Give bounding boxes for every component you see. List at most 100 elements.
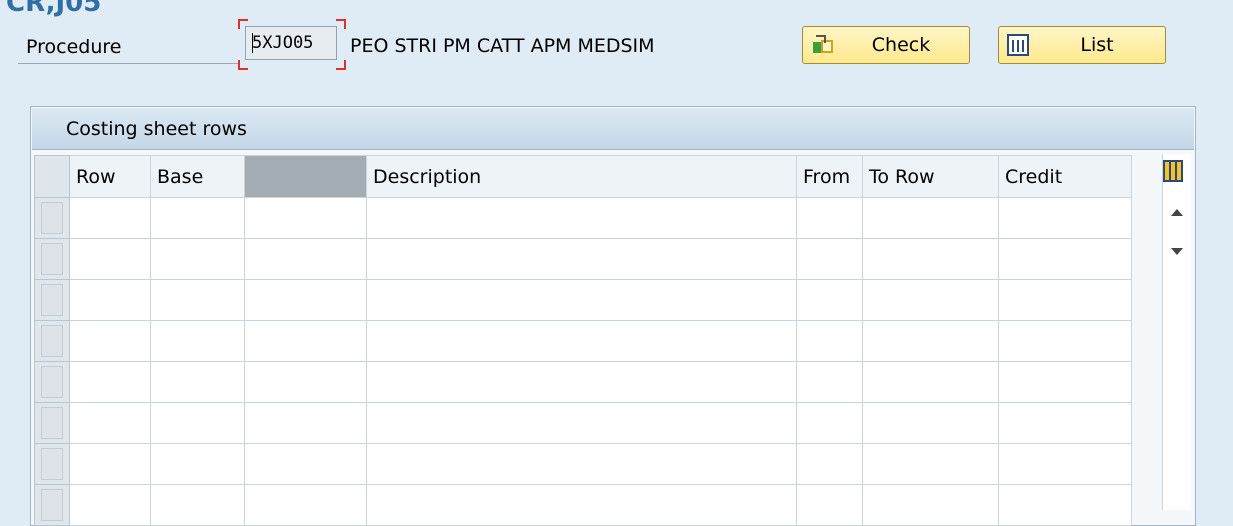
table-cell[interactable] <box>244 361 367 403</box>
table-cell[interactable] <box>796 238 863 280</box>
column-header-to-row[interactable]: To Row <box>862 155 999 198</box>
table-cell[interactable] <box>366 443 797 485</box>
check-button-label: Check <box>871 34 931 56</box>
table-cell[interactable] <box>366 238 797 280</box>
table-cell[interactable] <box>150 402 245 444</box>
costing-sheet-panel: Costing sheet rows Row Base Description … <box>30 106 1196 526</box>
arrow-up-icon[interactable] <box>1171 209 1183 216</box>
column-header-selected[interactable] <box>244 155 367 198</box>
table-cell[interactable] <box>244 238 367 280</box>
column-header-description[interactable]: Description <box>366 155 797 198</box>
table-cell[interactable] <box>69 279 151 321</box>
focus-corner <box>336 19 346 29</box>
focus-corner <box>238 19 248 29</box>
table-cell[interactable] <box>150 238 245 280</box>
list-button-label: List <box>1080 34 1114 56</box>
table-cell[interactable] <box>366 402 797 444</box>
row-selector[interactable] <box>34 402 70 444</box>
table-cell[interactable] <box>150 320 245 362</box>
column-header-from[interactable]: From <box>796 155 863 198</box>
table-cell[interactable] <box>366 197 797 239</box>
table-cell[interactable] <box>998 238 1132 280</box>
table-cell[interactable] <box>862 361 999 403</box>
table-cell[interactable] <box>366 279 797 321</box>
arrow-down-icon[interactable] <box>1171 248 1183 255</box>
table-cell[interactable] <box>796 197 863 239</box>
table-cell[interactable] <box>796 361 863 403</box>
table-cell[interactable] <box>796 484 863 526</box>
table-cell[interactable] <box>366 320 797 362</box>
table-cell[interactable] <box>862 320 999 362</box>
table-row[interactable] <box>34 361 1132 403</box>
table-cell[interactable] <box>69 402 151 444</box>
panel-title: Costing sheet rows <box>32 108 1194 150</box>
table-row[interactable] <box>34 279 1132 321</box>
procedure-input[interactable]: 5XJO05 <box>245 26 337 60</box>
column-header-credit[interactable]: Credit <box>998 155 1132 198</box>
table-cell[interactable] <box>862 443 999 485</box>
table-cell[interactable] <box>150 279 245 321</box>
table-cell[interactable] <box>998 361 1132 403</box>
list-button[interactable]: List <box>998 26 1166 64</box>
procedure-description: PEO STRI PM CATT APM MEDSIM <box>350 35 655 57</box>
table-cell[interactable] <box>796 279 863 321</box>
check-button[interactable]: Check <box>802 26 970 64</box>
column-header-row[interactable]: Row <box>69 155 151 198</box>
list-icon <box>1007 34 1029 56</box>
table-cell[interactable] <box>796 402 863 444</box>
row-selector[interactable] <box>34 484 70 526</box>
screen-title: CR,J05 <box>6 0 102 18</box>
table-cell[interactable] <box>244 279 367 321</box>
table-cell[interactable] <box>244 484 367 526</box>
table-cell[interactable] <box>69 443 151 485</box>
table-cell[interactable] <box>862 279 999 321</box>
table-row[interactable] <box>34 402 1132 444</box>
table-cell[interactable] <box>244 320 367 362</box>
table-cell[interactable] <box>366 361 797 403</box>
table-cell[interactable] <box>150 361 245 403</box>
table-row[interactable] <box>34 484 1132 526</box>
focus-corner <box>336 60 346 70</box>
table-header-row: Row Base Description From To Row Credit <box>34 155 1132 198</box>
column-settings-icon[interactable] <box>1163 160 1183 182</box>
select-all-cell[interactable] <box>34 155 70 198</box>
vertical-scrollbar[interactable] <box>1162 154 1191 510</box>
row-selector[interactable] <box>34 197 70 239</box>
table-row[interactable] <box>34 238 1132 280</box>
table-cell[interactable] <box>69 484 151 526</box>
row-selector[interactable] <box>34 361 70 403</box>
table-cell[interactable] <box>998 320 1132 362</box>
table-cell[interactable] <box>69 361 151 403</box>
table-cell[interactable] <box>998 279 1132 321</box>
table-cell[interactable] <box>862 238 999 280</box>
row-selector[interactable] <box>34 320 70 362</box>
table-cell[interactable] <box>150 443 245 485</box>
table-cell[interactable] <box>998 443 1132 485</box>
table-cell[interactable] <box>150 197 245 239</box>
table-cell[interactable] <box>998 484 1132 526</box>
check-icon <box>811 34 833 56</box>
table-cell[interactable] <box>69 320 151 362</box>
table-cell[interactable] <box>150 484 245 526</box>
table-cell[interactable] <box>862 402 999 444</box>
table-cell[interactable] <box>366 484 797 526</box>
table-row[interactable] <box>34 197 1132 239</box>
table-cell[interactable] <box>244 197 367 239</box>
table-cell[interactable] <box>862 197 999 239</box>
table-cell[interactable] <box>862 484 999 526</box>
table-cell[interactable] <box>69 197 151 239</box>
column-header-base[interactable]: Base <box>150 155 245 198</box>
table-cell[interactable] <box>69 238 151 280</box>
row-selector[interactable] <box>34 279 70 321</box>
table-cell[interactable] <box>998 197 1132 239</box>
table-cell[interactable] <box>244 402 367 444</box>
row-selector[interactable] <box>34 443 70 485</box>
table-row[interactable] <box>34 443 1132 485</box>
table-cell[interactable] <box>796 320 863 362</box>
row-selector[interactable] <box>34 238 70 280</box>
table-cell[interactable] <box>244 443 367 485</box>
focus-corner <box>238 60 248 70</box>
table-cell[interactable] <box>796 443 863 485</box>
table-cell[interactable] <box>998 402 1132 444</box>
table-row[interactable] <box>34 320 1132 362</box>
